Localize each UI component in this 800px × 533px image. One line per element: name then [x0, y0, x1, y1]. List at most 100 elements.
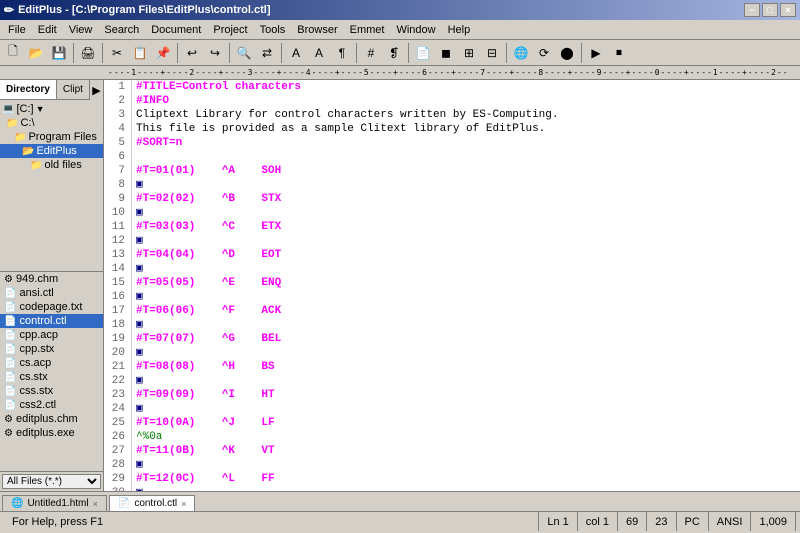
code-line: This file is provided as a sample Clitex… [136, 122, 796, 136]
replace-button[interactable]: ⇄ [256, 42, 278, 64]
tree-drive[interactable]: 💻 [C:] ▼ [0, 102, 103, 116]
menu-item-browser[interactable]: Browser [291, 22, 343, 38]
code-line: #T=10(0A) ^J LF [136, 416, 796, 430]
browser-btn[interactable]: 🌐 [510, 42, 532, 64]
file-item[interactable]: ⚙949.chm [0, 272, 103, 286]
tree-old-files[interactable]: 📁 old files [0, 158, 103, 172]
toolbar-btn10[interactable]: ⟳ [533, 42, 555, 64]
file-name: css2.ctl [19, 399, 56, 411]
toolbar-btn7[interactable]: ◼ [435, 42, 457, 64]
file-item[interactable]: 📄css.stx [0, 384, 103, 398]
toolbar-btn8[interactable]: ⊞ [458, 42, 480, 64]
file-item[interactable]: 📄cpp.acp [0, 328, 103, 342]
line-number: 19 [106, 332, 129, 346]
file-icon: 📄 [4, 400, 16, 411]
tab-label: control.ctl [134, 498, 177, 509]
file-item[interactable]: 📄control.ctl [0, 314, 103, 328]
code-line: #T=02(02) ^B STX [136, 192, 796, 206]
ruler-text: ----1----+----2----+----3----+----4----+… [108, 68, 789, 77]
line-number: 9 [106, 192, 129, 206]
toolbar-sep5 [281, 43, 282, 63]
directory-tab[interactable]: Directory [0, 80, 57, 99]
menu-item-edit[interactable]: Edit [32, 22, 63, 38]
file-item[interactable]: 📄cs.stx [0, 370, 103, 384]
file-item[interactable]: 📄cpp.stx [0, 342, 103, 356]
folder-icon: 📁 [30, 160, 42, 171]
title-bar-buttons: − □ × [744, 3, 796, 17]
tree-c-drive[interactable]: 📁 C:\ [0, 116, 103, 130]
tree-editplus[interactable]: 📂 EditPlus [0, 144, 103, 158]
line-number: 26 [106, 430, 129, 444]
file-item[interactable]: 📄css2.ctl [0, 398, 103, 412]
toolbar-btn9[interactable]: ⊟ [481, 42, 503, 64]
code-content[interactable]: #TITLE=Control characters#INFOCliptext L… [132, 80, 800, 491]
status-pc: PC [677, 512, 709, 531]
toolbar-btn4[interactable]: # [360, 42, 382, 64]
line-number: 30 [106, 486, 129, 491]
menu-item-project[interactable]: Project [207, 22, 253, 38]
file-item[interactable]: ⚙editplus.chm [0, 412, 103, 426]
file-item[interactable]: 📄codepage.txt [0, 300, 103, 314]
toolbar-btn13[interactable]: ⏹ [608, 42, 630, 64]
menu-item-document[interactable]: Document [145, 22, 207, 38]
line-number: 20 [106, 346, 129, 360]
file-item[interactable]: 📄ansi.ctl [0, 286, 103, 300]
toolbar-btn2[interactable]: A [308, 42, 330, 64]
editor-tab[interactable]: 📄control.ctl× [109, 495, 196, 511]
panel-arrow[interactable]: ▶ [90, 80, 103, 100]
menu-item-emmet[interactable]: Emmet [344, 22, 391, 38]
menu-item-help[interactable]: Help [442, 22, 477, 38]
menu-item-tools[interactable]: Tools [254, 22, 292, 38]
copy-button[interactable]: 📋 [129, 42, 151, 64]
code-line: #T=09(09) ^I HT [136, 388, 796, 402]
status-num1: 69 [618, 512, 647, 531]
new-button[interactable]: 🗋 [2, 42, 24, 64]
toolbar-btn5[interactable]: ❡ [383, 42, 405, 64]
menu-item-search[interactable]: Search [98, 22, 145, 38]
toolbar-btn1[interactable]: A [285, 42, 307, 64]
directory-tree[interactable]: 💻 [C:] ▼ 📁 C:\ 📁 Program Files 📂 EditPlu… [0, 100, 103, 271]
code-line: #T=07(07) ^G BEL [136, 332, 796, 346]
editor-tab[interactable]: 🌐Untitled1.html× [2, 495, 107, 511]
redo-button[interactable]: ↪ [204, 42, 226, 64]
minimize-button[interactable]: − [744, 3, 760, 17]
tab-close-button[interactable]: × [93, 499, 98, 509]
cut-button[interactable]: ✂ [106, 42, 128, 64]
file-item[interactable]: ⚙editplus.exe [0, 426, 103, 440]
paste-button[interactable]: 📌 [152, 42, 174, 64]
folder-icon: 📁 [6, 118, 18, 129]
toolbar-btn6[interactable]: 📄 [412, 42, 434, 64]
drive-icon: 💻 [2, 104, 14, 115]
code-line: ▣ [136, 318, 796, 332]
line-number: 21 [106, 360, 129, 374]
tab-label: Untitled1.html [27, 498, 88, 509]
file-item[interactable]: 📄cs.acp [0, 356, 103, 370]
open-button[interactable]: 📂 [25, 42, 47, 64]
toolbar-btn3[interactable]: ¶ [331, 42, 353, 64]
code-line: #T=05(05) ^E ENQ [136, 276, 796, 290]
line-number: 8 [106, 178, 129, 192]
code-line: #SORT=n [136, 136, 796, 150]
tab-bar: 🌐Untitled1.html×📄control.ctl× [0, 491, 800, 511]
menu-item-file[interactable]: File [2, 22, 32, 38]
search-button[interactable]: 🔍 [233, 42, 255, 64]
cliptext-tab[interactable]: Clipt [57, 80, 90, 99]
file-icon: ⚙ [4, 274, 13, 285]
toolbar-sep9 [581, 43, 582, 63]
menu-item-window[interactable]: Window [390, 22, 441, 38]
toolbar-btn11[interactable]: ⬤ [556, 42, 578, 64]
save-button[interactable]: 💾 [48, 42, 70, 64]
file-icon: 📄 [4, 344, 16, 355]
file-name: cpp.stx [19, 343, 54, 355]
file-filter-select[interactable]: All Files (*.*) [2, 474, 101, 489]
file-filter[interactable]: All Files (*.*) [0, 471, 103, 491]
tree-program-files[interactable]: 📁 Program Files [0, 130, 103, 144]
print-button[interactable]: 🖨 [77, 42, 99, 64]
menu-item-view[interactable]: View [63, 22, 99, 38]
undo-button[interactable]: ↩ [181, 42, 203, 64]
tab-close-button[interactable]: × [181, 499, 186, 509]
close-button[interactable]: × [780, 3, 796, 17]
toolbar-btn12[interactable]: ▶ [585, 42, 607, 64]
maximize-button[interactable]: □ [762, 3, 778, 17]
line-number: 3 [106, 108, 129, 122]
